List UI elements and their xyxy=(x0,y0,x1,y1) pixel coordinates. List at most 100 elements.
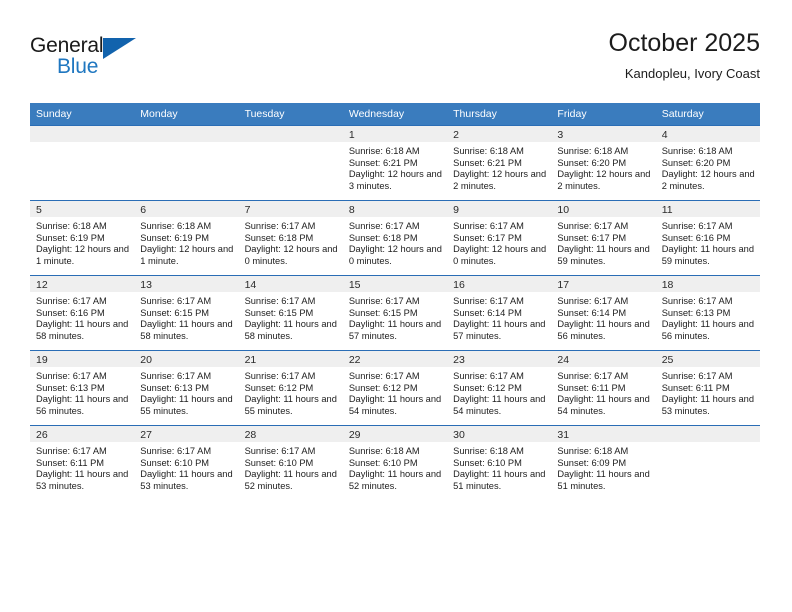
weekday-header-thursday: Thursday xyxy=(447,103,552,126)
sunset-text: Sunset: 6:17 PM xyxy=(557,232,627,243)
day-9[interactable]: 9 Sunrise: 6:17 AM Sunset: 6:17 PM Daylight… xyxy=(447,201,552,275)
calendar-day-cell: 15 Sunrise: 6:17 AM Sunset: 6:15 PM Dayligh… xyxy=(342,275,448,351)
page-subtitle: Kandopleu, Ivory Coast xyxy=(624,66,760,81)
day-number: 30 xyxy=(447,426,552,442)
calendar-page: General Blue October 2025 Kandopleu, Ivo… xyxy=(0,0,792,612)
calendar-day-cell xyxy=(30,125,135,201)
day-3[interactable]: 3 Sunrise: 6:18 AM Sunset: 6:20 PM Daylight… xyxy=(551,126,656,200)
day-details: Sunrise: 6:17 AM Sunset: 6:17 PM Daylight:… xyxy=(447,217,551,267)
sunset-text: Sunset: 6:17 PM xyxy=(453,232,522,243)
empty-day xyxy=(238,126,343,200)
sunset-text: Sunset: 6:21 PM xyxy=(348,157,418,168)
day-14[interactable]: 14 Sunrise: 6:17 AM Sunset: 6:15 PM Dayligh… xyxy=(238,276,343,350)
day-27[interactable]: 27 Sunrise: 6:17 AM Sunset: 6:10 PM Dayligh… xyxy=(134,426,239,500)
general-blue-logo[interactable]: General Blue xyxy=(30,34,150,86)
day-30[interactable]: 30 Sunrise: 6:18 AM Sunset: 6:10 PM Dayligh… xyxy=(447,426,552,500)
calendar-day-cell: 31 Sunrise: 6:18 AM Sunset: 6:09 PM Dayligh… xyxy=(551,425,656,500)
title-block: October 2025 Kandopleu, Ivory Coast xyxy=(609,28,761,82)
day-details: Sunrise: 6:17 AM Sunset: 6:10 PM Daylight:… xyxy=(239,442,343,492)
calendar-table: Sunday Monday Tuesday Wednesday Thursday Frid… xyxy=(30,103,760,500)
sunrise-text: Sunrise: 6:17 AM xyxy=(36,296,107,306)
day-8[interactable]: 8 Sunrise: 6:17 AM Sunset: 6:18 PM Daylight… xyxy=(342,201,448,275)
daylight-text: Daylight: 11 hours and 53 minutes. xyxy=(36,469,129,491)
day-number: 20 xyxy=(134,351,239,367)
weekday-header-row: Sunday Monday Tuesday Wednesday Thursday Frid… xyxy=(30,103,760,126)
calendar-day-cell: 3 Sunrise: 6:18 AM Sunset: 6:20 PM Daylight… xyxy=(551,125,656,201)
day-details: Sunrise: 6:18 AM Sunset: 6:21 PM Daylight:… xyxy=(447,142,551,192)
daylight-text: Daylight: 11 hours and 56 minutes. xyxy=(557,319,650,341)
day-31[interactable]: 31 Sunrise: 6:18 AM Sunset: 6:09 PM Dayligh… xyxy=(551,426,656,500)
day-details: Sunrise: 6:17 AM Sunset: 6:14 PM Daylight:… xyxy=(551,292,655,342)
daylight-text: Daylight: 11 hours and 56 minutes. xyxy=(36,394,129,416)
day-number: 15 xyxy=(342,276,448,292)
day-number: 10 xyxy=(551,201,656,217)
sunset-text: Sunset: 6:15 PM xyxy=(244,307,314,318)
day-28[interactable]: 28 Sunrise: 6:17 AM Sunset: 6:10 PM Dayligh… xyxy=(238,426,343,500)
day-24[interactable]: 24 Sunrise: 6:17 AM Sunset: 6:11 PM Dayligh… xyxy=(551,351,656,425)
daylight-text: Daylight: 12 hours and 2 minutes. xyxy=(661,169,755,191)
day-5[interactable]: 5 Sunrise: 6:18 AM Sunset: 6:19 PM Daylight… xyxy=(30,201,135,275)
day-25[interactable]: 25 Sunrise: 6:17 AM Sunset: 6:11 PM Dayligh… xyxy=(655,351,760,425)
day-18[interactable]: 18 Sunrise: 6:17 AM Sunset: 6:13 PM Dayligh… xyxy=(655,276,760,350)
day-details: Sunrise: 6:18 AM Sunset: 6:10 PM Daylight:… xyxy=(343,442,447,492)
calendar-day-cell: 13 Sunrise: 6:17 AM Sunset: 6:15 PM Dayligh… xyxy=(134,275,239,351)
day-7[interactable]: 7 Sunrise: 6:17 AM Sunset: 6:18 PM Daylight… xyxy=(238,201,343,275)
calendar-day-cell: 24 Sunrise: 6:17 AM Sunset: 6:11 PM Dayligh… xyxy=(551,350,656,426)
daylight-text: Daylight: 11 hours and 51 minutes. xyxy=(557,469,650,491)
sunset-text: Sunset: 6:11 PM xyxy=(557,382,626,393)
calendar-day-cell: 26 Sunrise: 6:17 AM Sunset: 6:11 PM Dayligh… xyxy=(30,425,135,500)
sunrise-text: Sunrise: 6:17 AM xyxy=(36,371,107,381)
sunrise-text: Sunrise: 6:18 AM xyxy=(348,446,420,456)
day-details: Sunrise: 6:17 AM Sunset: 6:14 PM Daylight:… xyxy=(447,292,551,342)
day-number: 17 xyxy=(551,276,656,292)
day-details: Sunrise: 6:17 AM Sunset: 6:11 PM Daylight:… xyxy=(551,367,655,417)
day-16[interactable]: 16 Sunrise: 6:17 AM Sunset: 6:14 PM Dayligh… xyxy=(447,276,552,350)
daylight-text: Daylight: 11 hours and 57 minutes. xyxy=(348,319,442,341)
sunrise-text: Sunrise: 6:17 AM xyxy=(453,371,524,381)
day-21[interactable]: 21 Sunrise: 6:17 AM Sunset: 6:12 PM Dayligh… xyxy=(238,351,343,425)
sunset-text: Sunset: 6:11 PM xyxy=(661,382,730,393)
day-4[interactable]: 4 Sunrise: 6:18 AM Sunset: 6:20 PM Daylight… xyxy=(655,126,760,200)
day-details: Sunrise: 6:18 AM Sunset: 6:10 PM Daylight:… xyxy=(447,442,551,492)
day-26[interactable]: 26 Sunrise: 6:17 AM Sunset: 6:11 PM Dayligh… xyxy=(30,426,135,500)
calendar-day-cell: 21 Sunrise: 6:17 AM Sunset: 6:12 PM Dayligh… xyxy=(238,350,343,426)
sunrise-text: Sunrise: 6:18 AM xyxy=(453,146,524,156)
daylight-text: Daylight: 12 hours and 3 minutes. xyxy=(348,169,442,191)
day-19[interactable]: 19 Sunrise: 6:17 AM Sunset: 6:13 PM Dayligh… xyxy=(30,351,135,425)
daylight-text: Daylight: 12 hours and 2 minutes. xyxy=(557,169,651,191)
day-1[interactable]: 1 Sunrise: 6:18 AM Sunset: 6:21 PM Daylight… xyxy=(342,126,448,200)
sunrise-text: Sunrise: 6:17 AM xyxy=(348,296,420,306)
sunrise-text: Sunrise: 6:17 AM xyxy=(557,296,629,306)
daylight-text: Daylight: 11 hours and 54 minutes. xyxy=(348,394,442,416)
daylight-text: Daylight: 12 hours and 0 minutes. xyxy=(348,244,442,266)
day-22[interactable]: 22 Sunrise: 6:17 AM Sunset: 6:12 PM Dayligh… xyxy=(342,351,448,425)
day-20[interactable]: 20 Sunrise: 6:17 AM Sunset: 6:13 PM Dayligh… xyxy=(134,351,239,425)
day-17[interactable]: 17 Sunrise: 6:17 AM Sunset: 6:14 PM Dayligh… xyxy=(551,276,656,350)
empty-day xyxy=(655,426,760,500)
sunrise-text: Sunrise: 6:17 AM xyxy=(557,221,629,231)
day-details: Sunrise: 6:18 AM Sunset: 6:19 PM Daylight:… xyxy=(134,217,238,267)
day-details: Sunrise: 6:17 AM Sunset: 6:15 PM Daylight:… xyxy=(239,292,343,342)
calendar-day-cell xyxy=(238,125,343,201)
daylight-text: Daylight: 11 hours and 57 minutes. xyxy=(453,319,546,341)
day-number: 19 xyxy=(30,351,135,367)
logo-triangle-icon xyxy=(103,38,136,59)
day-23[interactable]: 23 Sunrise: 6:17 AM Sunset: 6:12 PM Dayligh… xyxy=(447,351,552,425)
sunrise-text: Sunrise: 6:17 AM xyxy=(244,296,316,306)
day-29[interactable]: 29 Sunrise: 6:18 AM Sunset: 6:10 PM Dayligh… xyxy=(342,426,448,500)
day-details: Sunrise: 6:17 AM Sunset: 6:16 PM Daylight:… xyxy=(656,217,760,267)
day-details: Sunrise: 6:17 AM Sunset: 6:13 PM Daylight:… xyxy=(30,367,134,417)
sunset-text: Sunset: 6:14 PM xyxy=(453,307,522,318)
calendar-day-cell: 9 Sunrise: 6:17 AM Sunset: 6:17 PM Daylight… xyxy=(447,200,552,276)
day-13[interactable]: 13 Sunrise: 6:17 AM Sunset: 6:15 PM Dayligh… xyxy=(134,276,239,350)
daylight-text: Daylight: 11 hours and 51 minutes. xyxy=(453,469,546,491)
daylight-text: Daylight: 11 hours and 59 minutes. xyxy=(557,244,650,266)
day-2[interactable]: 2 Sunrise: 6:18 AM Sunset: 6:21 PM Daylight… xyxy=(447,126,552,200)
day-6[interactable]: 6 Sunrise: 6:18 AM Sunset: 6:19 PM Daylight… xyxy=(134,201,239,275)
day-10[interactable]: 10 Sunrise: 6:17 AM Sunset: 6:17 PM Dayligh… xyxy=(551,201,656,275)
day-details: Sunrise: 6:17 AM Sunset: 6:11 PM Daylight:… xyxy=(656,367,760,417)
calendar-day-cell: 28 Sunrise: 6:17 AM Sunset: 6:10 PM Dayligh… xyxy=(238,425,343,500)
day-12[interactable]: 12 Sunrise: 6:17 AM Sunset: 6:16 PM Dayligh… xyxy=(30,276,135,350)
day-15[interactable]: 15 Sunrise: 6:17 AM Sunset: 6:15 PM Dayligh… xyxy=(342,276,448,350)
day-11[interactable]: 11 Sunrise: 6:17 AM Sunset: 6:16 PM Dayligh… xyxy=(655,201,760,275)
